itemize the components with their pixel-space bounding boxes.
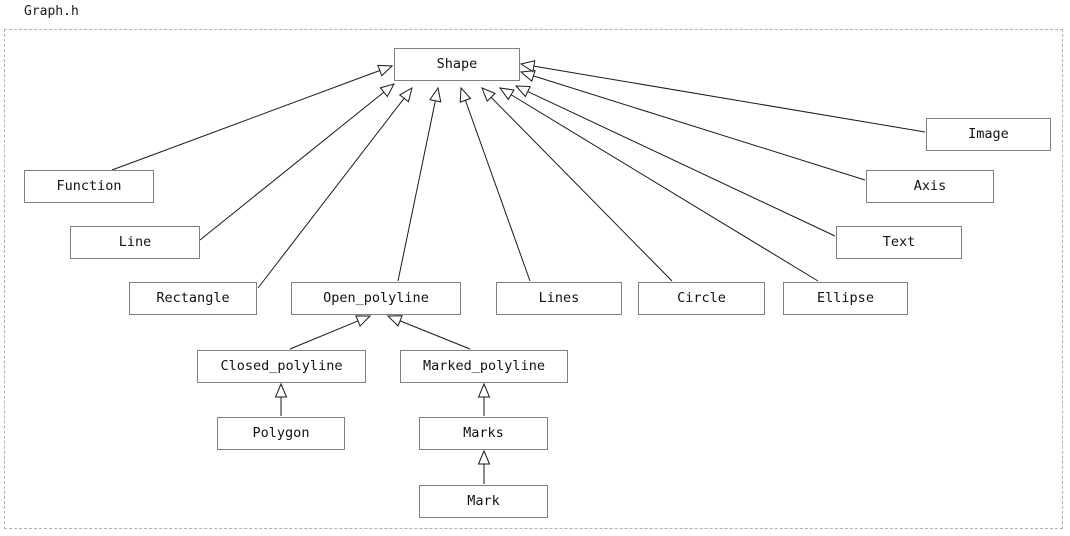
class-box-function[interactable]: Function xyxy=(24,170,154,203)
class-box-ellipse[interactable]: Ellipse xyxy=(783,282,908,315)
class-box-circle[interactable]: Circle xyxy=(638,282,765,315)
class-box-open_polyline[interactable]: Open_polyline xyxy=(291,282,461,315)
page-title: Graph.h xyxy=(24,4,79,19)
diagram-frame xyxy=(4,29,1063,529)
class-box-rectangle[interactable]: Rectangle xyxy=(129,282,257,315)
class-box-shape[interactable]: Shape xyxy=(394,48,520,81)
diagram-canvas: Graph.h Shape Image Axis Function Text Line Re… xyxy=(0,0,1070,536)
class-box-line[interactable]: Line xyxy=(70,226,200,259)
class-box-axis[interactable]: Axis xyxy=(866,170,994,203)
class-box-closed_polyline[interactable]: Closed_polyline xyxy=(197,350,366,383)
class-box-lines[interactable]: Lines xyxy=(496,282,622,315)
class-box-marked_polyline[interactable]: Marked_polyline xyxy=(400,350,568,383)
class-box-mark[interactable]: Mark xyxy=(419,485,548,518)
class-box-marks[interactable]: Marks xyxy=(419,417,548,450)
class-box-text[interactable]: Text xyxy=(836,226,962,259)
class-box-polygon[interactable]: Polygon xyxy=(217,417,345,450)
class-box-image[interactable]: Image xyxy=(926,118,1051,151)
